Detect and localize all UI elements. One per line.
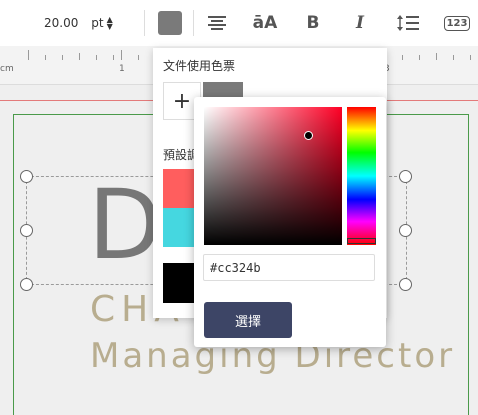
choose-button[interactable]: 選擇 xyxy=(204,302,292,338)
hue-handle[interactable] xyxy=(347,237,376,244)
toolbar-divider xyxy=(193,10,194,36)
text-color-button[interactable] xyxy=(158,11,182,35)
resize-handle[interactable] xyxy=(20,278,33,291)
italic-button[interactable]: I xyxy=(347,0,373,46)
ruler-mark: 1 xyxy=(119,64,125,74)
hex-input[interactable] xyxy=(203,254,375,281)
align-center-icon xyxy=(208,16,226,30)
hue-slider[interactable] xyxy=(347,107,376,245)
font-size-field[interactable]: 20.00 xyxy=(44,0,80,46)
resize-handle[interactable] xyxy=(20,224,33,237)
resize-handle[interactable] xyxy=(20,170,33,183)
line-height-icon xyxy=(397,15,419,31)
text-case-button[interactable]: āA xyxy=(248,0,282,46)
color-picker: 選擇 xyxy=(194,97,386,347)
align-center-icon[interactable] xyxy=(204,0,230,46)
resize-handle[interactable] xyxy=(399,278,412,291)
unit-select[interactable]: pt ▲ ▼ xyxy=(88,0,116,46)
bold-button[interactable]: B xyxy=(300,0,326,46)
doc-colors-title: 文件使用色票 xyxy=(163,59,236,73)
number-list-button[interactable]: 123 xyxy=(442,0,472,46)
saturation-brightness-area[interactable] xyxy=(204,107,342,245)
number-glyph: 123 xyxy=(443,15,471,31)
ruler-unit-label: cm xyxy=(0,64,14,74)
unit-stepper-icon[interactable]: ▲ ▼ xyxy=(107,16,113,31)
line-height-icon[interactable] xyxy=(395,0,421,46)
resize-handle[interactable] xyxy=(399,170,412,183)
resize-handle[interactable] xyxy=(399,224,412,237)
unit-label: pt xyxy=(91,16,104,30)
toolbar: 20.00 pt ▲ ▼ āA B I 123 xyxy=(0,0,478,46)
sv-cursor[interactable] xyxy=(303,130,313,140)
toolbar-divider xyxy=(144,10,145,36)
